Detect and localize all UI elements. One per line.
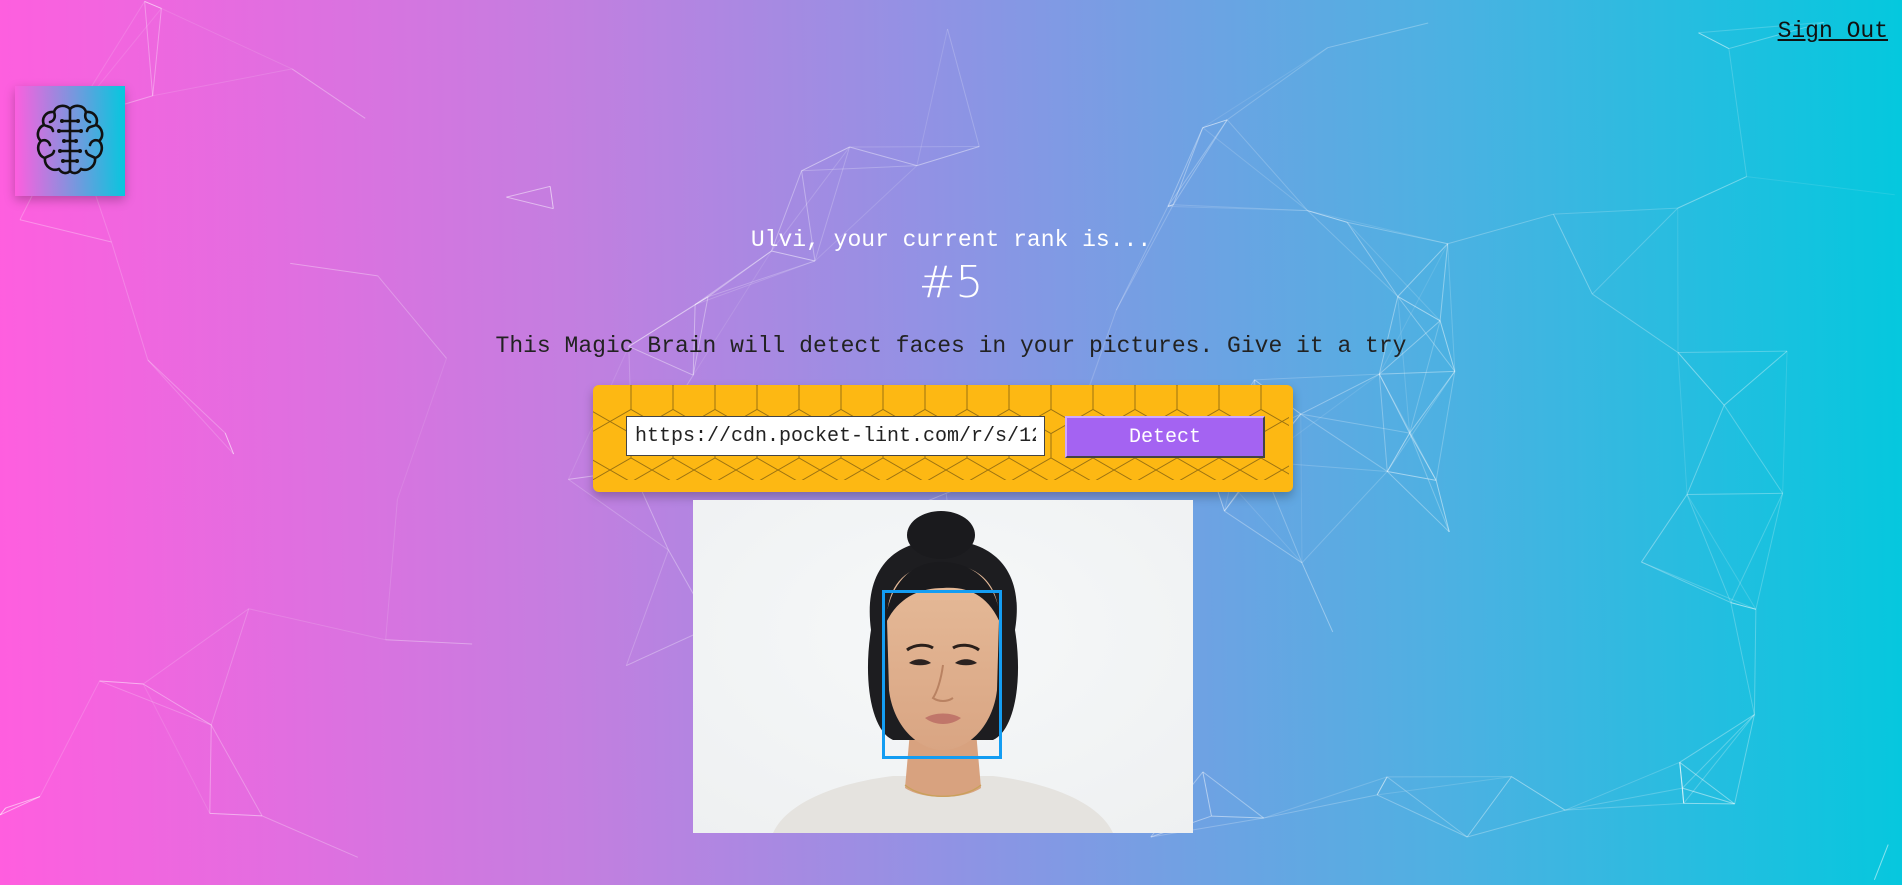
- sign-out-link[interactable]: Sign Out: [1778, 18, 1888, 44]
- brain-icon: [32, 101, 108, 182]
- rank-value: #5: [918, 257, 984, 308]
- face-bounding-box: [882, 590, 1002, 759]
- logo: [15, 86, 125, 196]
- tagline: This Magic Brain will detect faces in yo…: [495, 333, 1407, 359]
- image-url-input[interactable]: [626, 416, 1045, 456]
- image-url-form: Detect: [593, 385, 1293, 492]
- rank-intro: Ulvi, your current rank is...: [750, 227, 1152, 253]
- uploaded-photo: [693, 500, 1193, 833]
- detect-button[interactable]: Detect: [1065, 416, 1265, 458]
